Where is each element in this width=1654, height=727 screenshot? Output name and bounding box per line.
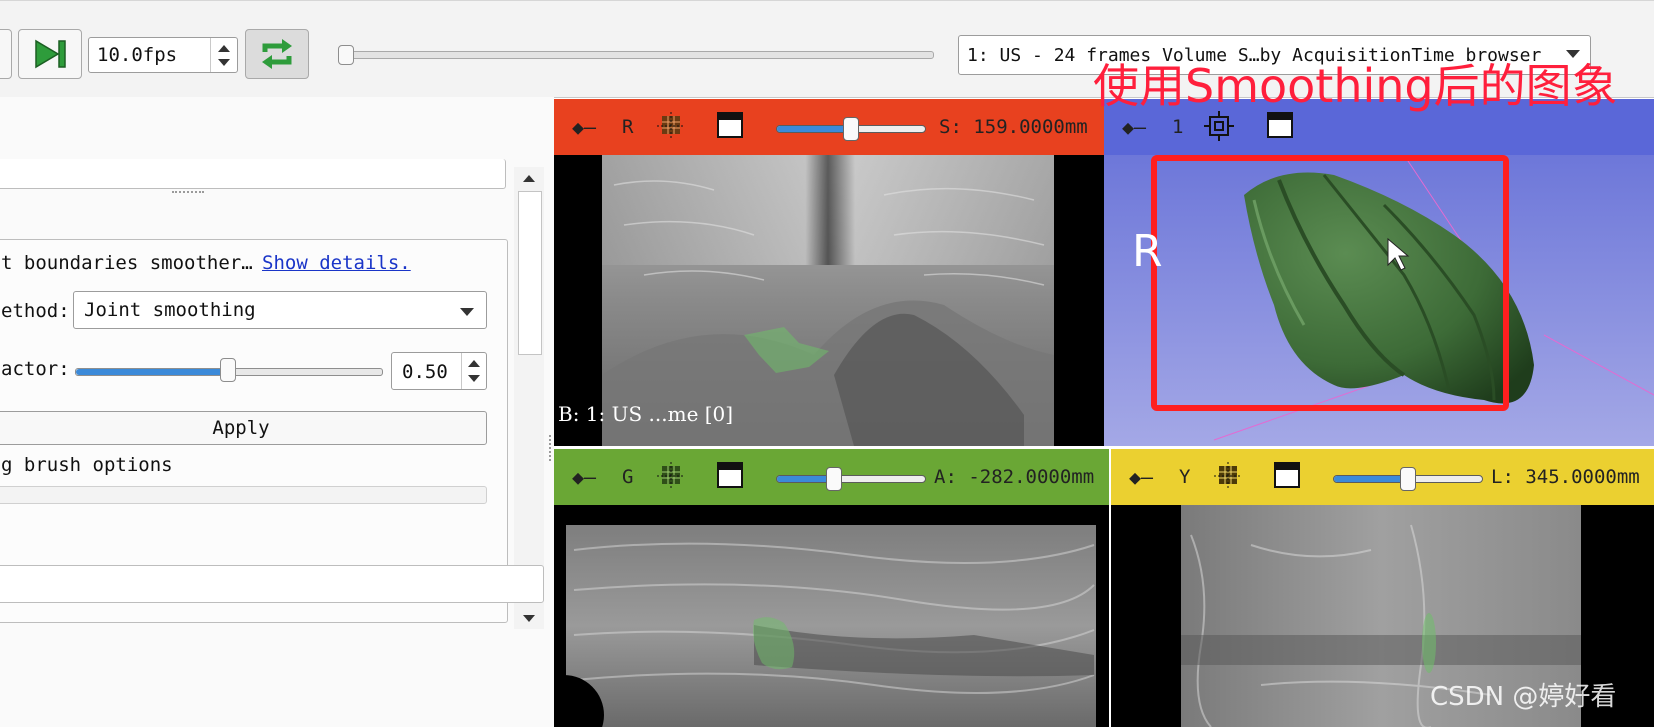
red-slice-offset-slider[interactable] [776,117,926,141]
window-icon[interactable] [717,462,743,488]
effects-list-bottom [0,159,506,189]
red-view-controller-bar: ◆— R S: 159.0000mm [554,99,1104,155]
green-slice-offset-slider[interactable] [776,467,926,491]
pin-icon[interactable]: ◆— [1122,115,1146,139]
red-slice-offset: S: 159.0000mm [939,116,1088,138]
chevron-down-icon [460,308,474,316]
yellow-view-controller-bar: ◆— Y L: 345.0000mm [1111,449,1654,505]
smoothing-factor-slider[interactable] [75,358,383,382]
smoothed-segment-model: R [1104,154,1654,446]
next-frame-button[interactable] [18,29,82,79]
brush-options-label[interactable]: g brush options [1,454,173,476]
bottom-collapsible[interactable] [0,565,544,603]
previous-button[interactable] [0,29,12,79]
factor-slider-fill [76,369,229,375]
green-slice-offset: A: -282.0000mm [934,466,1095,488]
watermark: CSDN @婷好看 [1430,682,1617,712]
pin-icon[interactable]: ◆— [572,115,596,139]
grid-icon[interactable] [656,461,686,491]
window-icon[interactable] [1274,462,1300,488]
slider-fill [777,126,851,132]
scroll-down-icon[interactable] [523,615,535,622]
smoothing-factor-spinbox[interactable]: 0.50 [391,352,487,390]
red-slice-view[interactable]: ◆— R S: 159.0000mm B: 1: US ...me [0] [554,99,1104,446]
frame-slider[interactable] [338,45,934,65]
window-icon[interactable] [717,112,743,138]
frame-slider-handle[interactable] [338,45,354,65]
method-label: ethod: [1,300,70,322]
step-up-icon[interactable] [468,360,480,367]
play-next-frame-icon [35,39,66,69]
three-d-render[interactable]: R [1104,154,1654,446]
three-d-view-label: 1 [1172,116,1184,138]
smoothing-method-select[interactable]: Joint smoothing [73,291,487,329]
pin-icon[interactable]: ◆— [572,465,596,489]
smoothing-method-value: Joint smoothing [84,299,256,321]
ultrasound-image [554,525,1096,727]
smoothing-factor-label: actor: [1,358,70,380]
segmentation-overlay [1422,613,1436,673]
segment-editor-panel: t boundaries smoother… Show details. eth… [0,97,554,727]
fps-value: 10.0fps [97,44,178,66]
brush-options-collapsed[interactable] [0,486,487,504]
background-volume-label: B: 1: US ...me [0] [558,402,733,426]
green-view-controller-bar: ◆— G A: -282.0000mm [554,449,1109,505]
panel-scrollbar[interactable] [514,167,544,629]
effect-description: t boundaries smoother… [1,252,253,274]
slider-handle[interactable] [826,467,842,491]
ultrasound-image: B: 1: US ...me [0] [558,155,1054,446]
yellow-slice-offset: L: 345.0000mm [1491,466,1640,488]
loop-icon [262,39,292,69]
slider-fill [777,476,832,482]
show-details-link[interactable]: Show details. [262,252,411,274]
loop-button[interactable] [245,29,309,79]
scrollbar-thumb[interactable] [518,191,542,355]
slider-handle[interactable] [843,117,859,141]
yellow-slice-offset-slider[interactable] [1333,467,1483,491]
frame-slider-groove [342,51,934,59]
step-up-icon[interactable] [218,45,230,52]
pin-icon[interactable]: ◆— [1129,465,1153,489]
scroll-up-icon[interactable] [523,175,535,182]
yellow-view-label: Y [1179,466,1191,488]
splitter-handle[interactable] [172,191,204,197]
fps-stepper[interactable] [210,38,237,72]
factor-slider-handle[interactable] [220,358,236,382]
annotation-text: 使用Smoothing后的图象 [1093,59,1618,113]
factor-stepper[interactable] [461,353,486,389]
grid-icon[interactable] [656,111,686,141]
red-slice-image[interactable]: B: 1: US ...me [0] [554,155,1104,446]
grid-icon[interactable] [1213,461,1243,491]
red-view-label: R [622,116,634,138]
slider-handle[interactable] [1400,467,1416,491]
step-down-icon[interactable] [218,59,230,66]
smoothing-factor-value: 0.50 [402,361,448,383]
green-slice-view[interactable]: ◆— G A: -282.0000mm [554,449,1109,727]
green-view-label: G [622,466,634,488]
slider-fill [1334,476,1408,482]
green-slice-image[interactable] [554,505,1109,727]
orientation-marker: R [1132,226,1163,277]
fps-spinbox[interactable]: 10.0fps [88,37,238,73]
step-down-icon[interactable] [468,375,480,382]
apply-button[interactable]: Apply [0,411,487,445]
three-d-view[interactable]: ◆— 1 R [1104,99,1654,446]
